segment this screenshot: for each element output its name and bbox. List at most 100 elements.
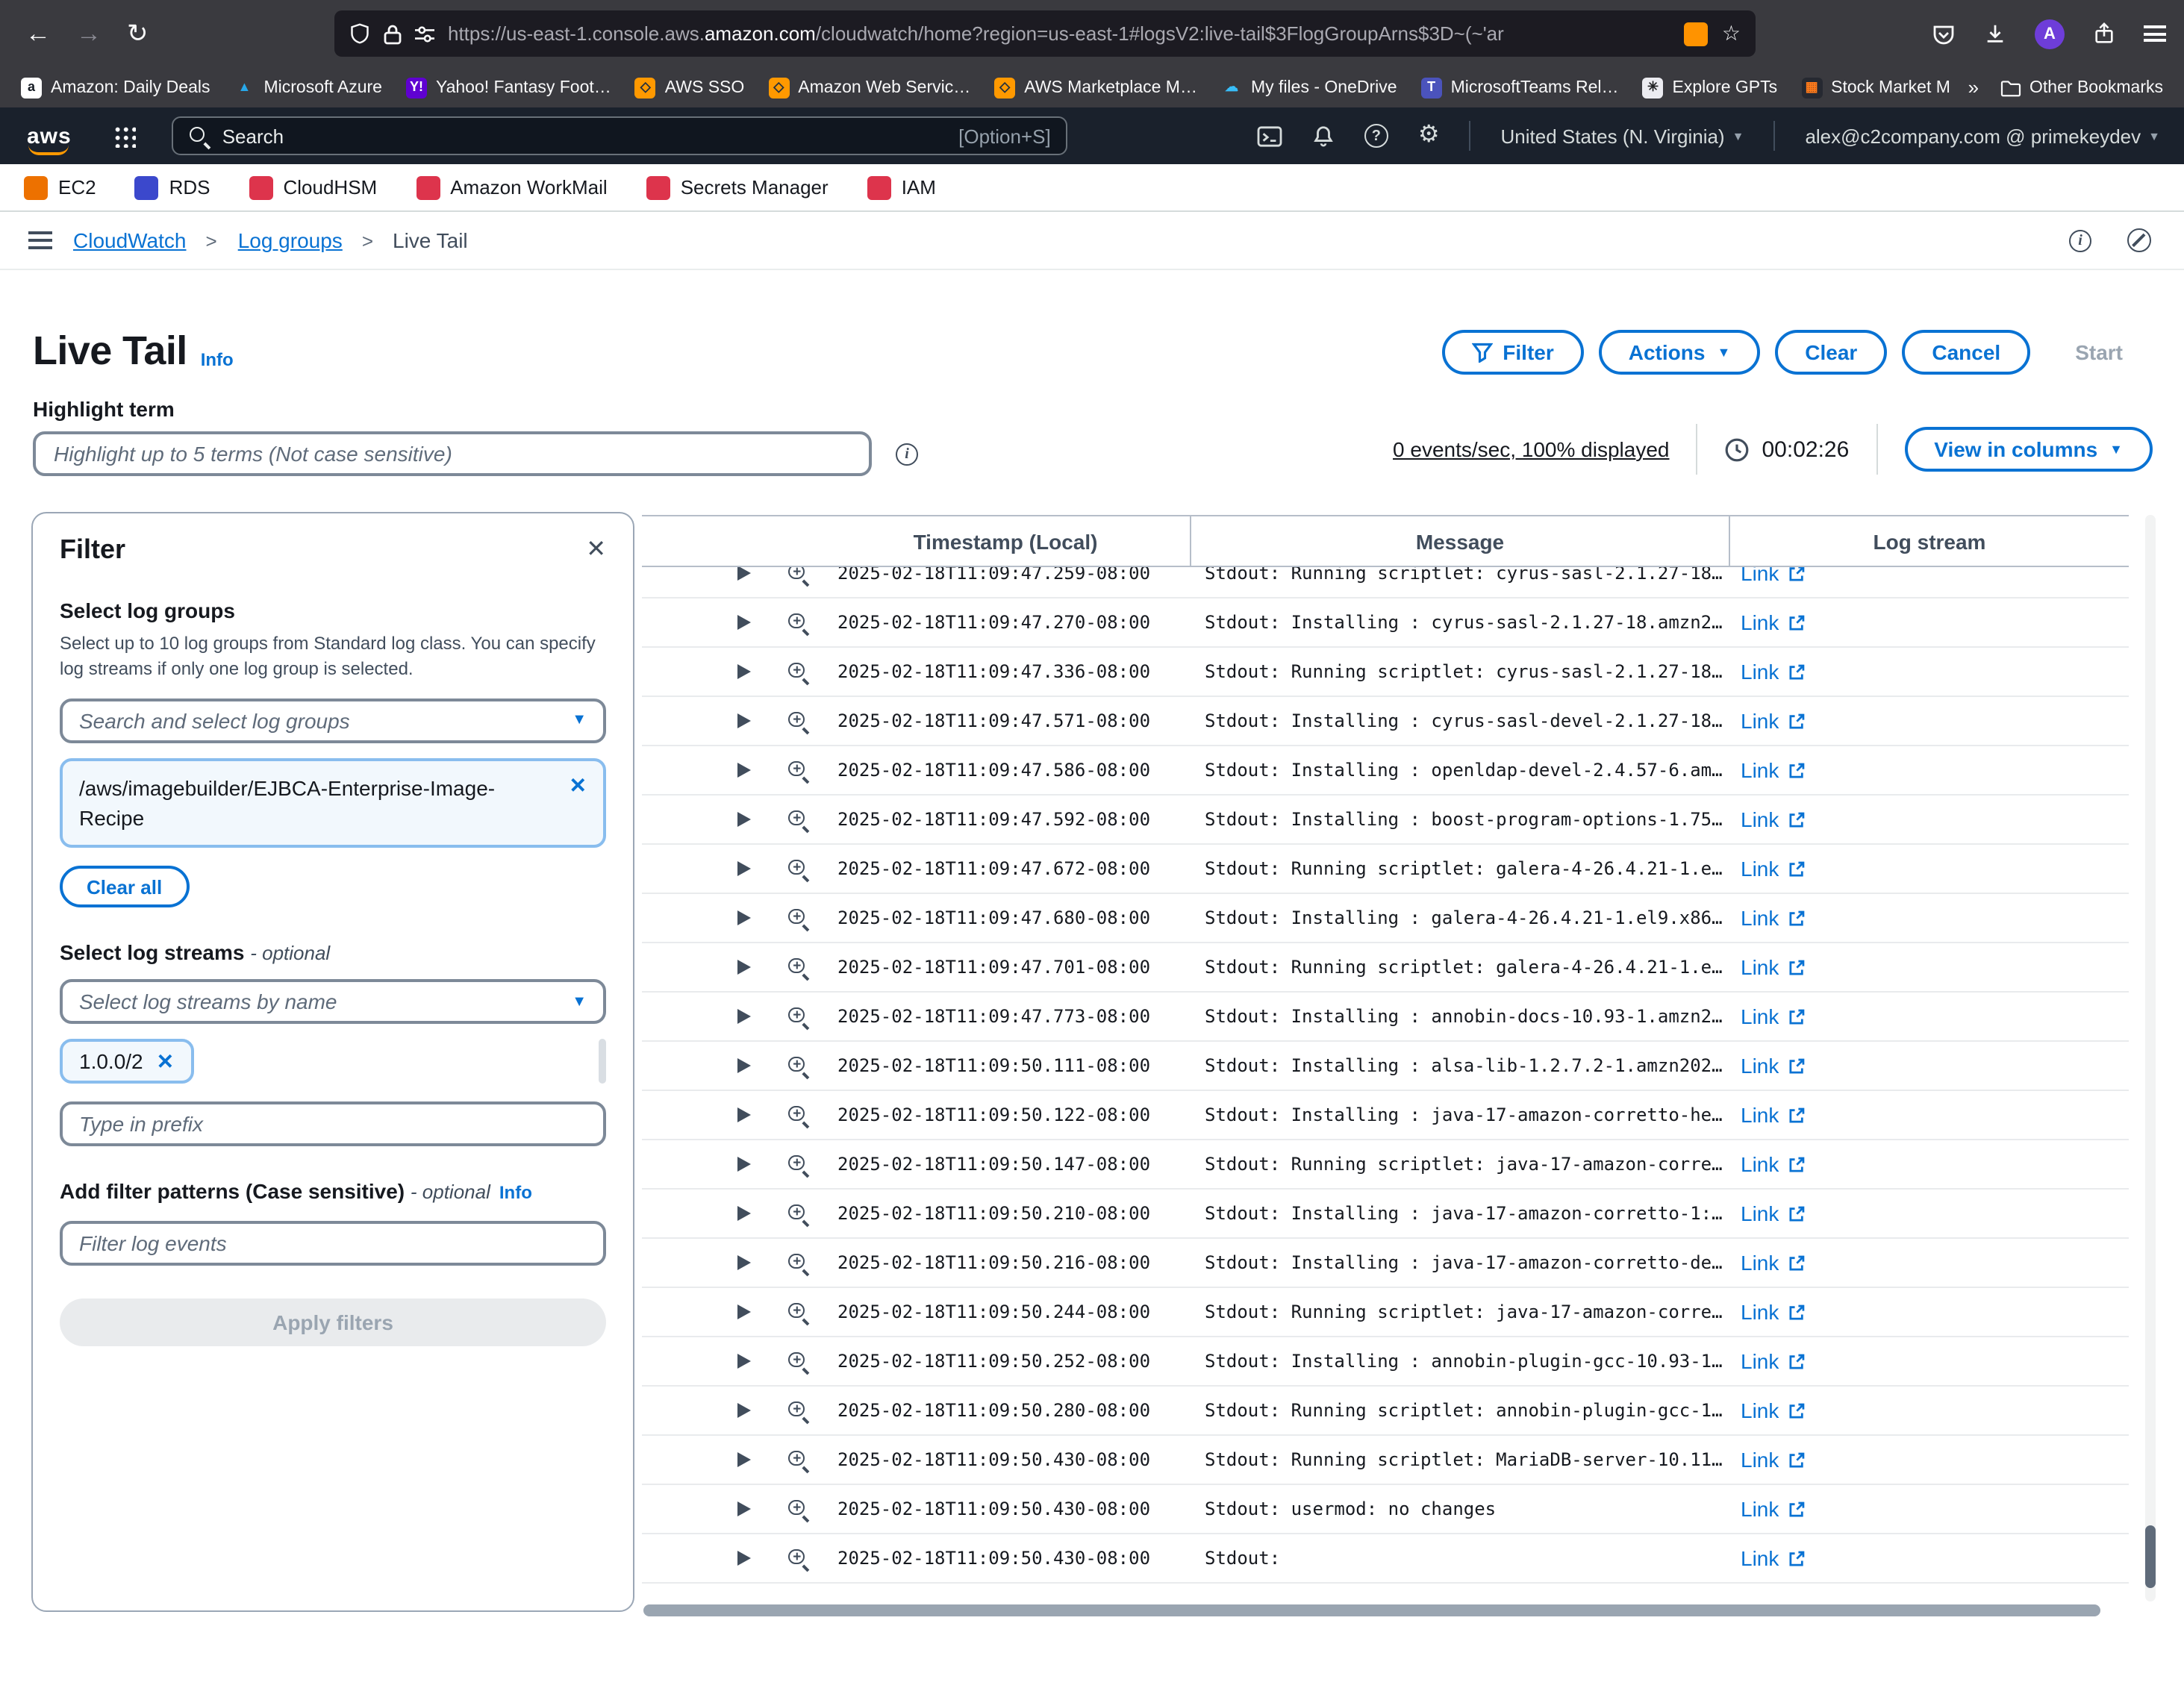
bookmark-item[interactable]: T MicrosoftTeams Rel… (1421, 77, 1619, 98)
services-grid-icon[interactable] (113, 125, 136, 147)
cancel-button[interactable]: Cancel (1902, 329, 2030, 374)
reload-button[interactable]: ↻ (127, 21, 149, 46)
close-icon[interactable]: ✕ (586, 538, 606, 562)
filter-events-input[interactable] (60, 1222, 606, 1266)
clear-button[interactable]: Clear (1775, 329, 1887, 374)
expand-row-icon[interactable] (737, 1206, 751, 1221)
horizontal-scrollbar-thumb[interactable] (643, 1604, 2100, 1616)
inspect-row-icon[interactable]: + (787, 1005, 809, 1028)
inspect-row-icon[interactable]: + (787, 1251, 809, 1274)
inspect-row-icon[interactable]: + (787, 1301, 809, 1323)
other-bookmarks[interactable]: Other Bookmarks (2000, 78, 2163, 96)
filter-button[interactable]: Filter (1441, 329, 1583, 374)
console-search-input[interactable] (222, 125, 946, 147)
bookmark-item[interactable]: ◇ Amazon Web Servic… (768, 77, 970, 98)
back-button[interactable]: ← (25, 21, 51, 46)
bookmark-item[interactable]: a Amazon: Daily Deals (21, 77, 210, 98)
inspect-row-icon[interactable]: + (787, 1202, 809, 1225)
expand-row-icon[interactable] (737, 1157, 751, 1172)
expand-row-icon[interactable] (737, 615, 751, 630)
console-search[interactable]: [Option+S] (172, 116, 1067, 155)
log-stream-link[interactable]: Link (1730, 1546, 2129, 1570)
breadcrumb-cloudwatch[interactable]: CloudWatch (73, 228, 187, 252)
inspect-row-icon[interactable]: + (787, 1153, 809, 1175)
log-stream-link[interactable]: Link (1730, 1152, 2129, 1176)
expand-row-icon[interactable] (737, 1304, 751, 1319)
log-stream-link[interactable]: Link (1730, 610, 2129, 634)
actions-button[interactable]: Actions▼ (1599, 329, 1761, 374)
expand-row-icon[interactable] (737, 1452, 751, 1467)
highlight-info-icon[interactable]: i (896, 443, 918, 466)
inspect-row-icon[interactable]: + (787, 611, 809, 634)
title-info-link[interactable]: Info (201, 349, 234, 369)
account-menu[interactable]: alex@c2company.com @ primekeydev▼ (1805, 125, 2160, 147)
remove-token-icon[interactable]: ✕ (570, 773, 587, 799)
share-icon[interactable] (2093, 22, 2115, 45)
cloudshell-icon[interactable] (1257, 125, 1282, 147)
inspect-row-icon[interactable]: + (787, 710, 809, 732)
expand-row-icon[interactable] (737, 1009, 751, 1024)
log-stream-link[interactable]: Link (1730, 709, 2129, 733)
log-groups-select[interactable]: Search and select log groups ▼ (60, 699, 606, 743)
inspect-row-icon[interactable]: + (787, 1350, 809, 1372)
log-stream-link[interactable]: Link (1730, 660, 2129, 684)
downloads-icon[interactable] (1984, 22, 2006, 45)
log-stream-link[interactable]: Link (1730, 1398, 2129, 1422)
start-button[interactable]: Start (2045, 329, 2153, 374)
expand-row-icon[interactable] (737, 1255, 751, 1270)
expand-row-icon[interactable] (737, 960, 751, 975)
token-list-scrollbar[interactable] (599, 1040, 606, 1084)
inspect-row-icon[interactable]: + (787, 1399, 809, 1422)
expand-row-icon[interactable] (737, 664, 751, 679)
vertical-scrollbar-thumb[interactable] (2145, 1525, 2156, 1588)
expand-row-icon[interactable] (737, 713, 751, 728)
log-stream-link[interactable]: Link (1730, 857, 2129, 881)
expand-row-icon[interactable] (737, 1551, 751, 1566)
inspect-row-icon[interactable]: + (787, 1498, 809, 1520)
inspect-row-icon[interactable]: + (787, 956, 809, 978)
favorite-service-item[interactable]: IAM (867, 175, 936, 199)
profile-avatar[interactable]: A (2035, 19, 2065, 49)
remove-token-icon[interactable]: ✕ (157, 1049, 174, 1075)
inspect-row-icon[interactable]: + (787, 660, 809, 683)
expand-row-icon[interactable] (737, 1058, 751, 1073)
bookmark-item[interactable]: ☁ My files - OneDrive (1221, 77, 1397, 98)
expand-row-icon[interactable] (737, 910, 751, 925)
log-stream-link[interactable]: Link (1730, 1300, 2129, 1324)
lock-icon[interactable] (384, 23, 402, 44)
bookmark-star-icon[interactable]: ☆ (1722, 21, 1741, 46)
inspect-row-icon[interactable]: + (787, 1104, 809, 1126)
log-stream-link[interactable]: Link (1730, 807, 2129, 831)
log-stream-link[interactable]: Link (1730, 1103, 2129, 1127)
notifications-bell-icon[interactable] (1312, 124, 1335, 148)
bookmark-item[interactable]: ▲ Microsoft Azure (234, 77, 382, 98)
apply-filters-button[interactable]: Apply filters (60, 1299, 606, 1347)
inspect-row-icon[interactable]: + (787, 567, 809, 584)
expand-row-icon[interactable] (737, 1107, 751, 1122)
vertical-scrollbar[interactable] (2145, 515, 2156, 1601)
log-stream-link[interactable]: Link (1730, 1497, 2129, 1521)
log-stream-link[interactable]: Link (1730, 758, 2129, 782)
url-text[interactable]: https://us-east-1.console.aws.amazon.com… (448, 22, 1671, 45)
bookmarks-overflow-chevron[interactable]: » (1968, 76, 1979, 99)
log-streams-select[interactable]: Select log streams by name ▼ (60, 980, 606, 1025)
settings-gear-icon[interactable]: ⚙ (1418, 124, 1440, 148)
aws-logo[interactable]: aws (27, 123, 72, 149)
log-stream-link[interactable]: Link (1730, 1251, 2129, 1275)
favorite-service-item[interactable]: Amazon WorkMail (416, 175, 607, 199)
bookmark-item[interactable]: ◇ AWS SSO (635, 77, 745, 98)
favorite-service-item[interactable]: RDS (135, 175, 210, 199)
info-icon[interactable]: i (2069, 229, 2091, 251)
events-rate-stat[interactable]: 0 events/sec, 100% displayed (1393, 437, 1669, 461)
app-menu-icon[interactable] (2144, 25, 2166, 42)
favorite-service-item[interactable]: Secrets Manager (646, 175, 829, 199)
view-in-columns-button[interactable]: View in columns▼ (1904, 427, 2153, 472)
log-stream-link[interactable]: Link (1730, 955, 2129, 979)
inspect-row-icon[interactable]: + (787, 907, 809, 929)
inspect-row-icon[interactable]: + (787, 808, 809, 831)
utility-icon[interactable] (2127, 228, 2151, 252)
log-stream-link[interactable]: Link (1730, 567, 2129, 585)
bookmark-item[interactable]: ✳ Explore GPTs (1643, 77, 1778, 98)
log-stream-link[interactable]: Link (1730, 1201, 2129, 1225)
horizontal-scrollbar[interactable] (643, 1604, 2121, 1616)
